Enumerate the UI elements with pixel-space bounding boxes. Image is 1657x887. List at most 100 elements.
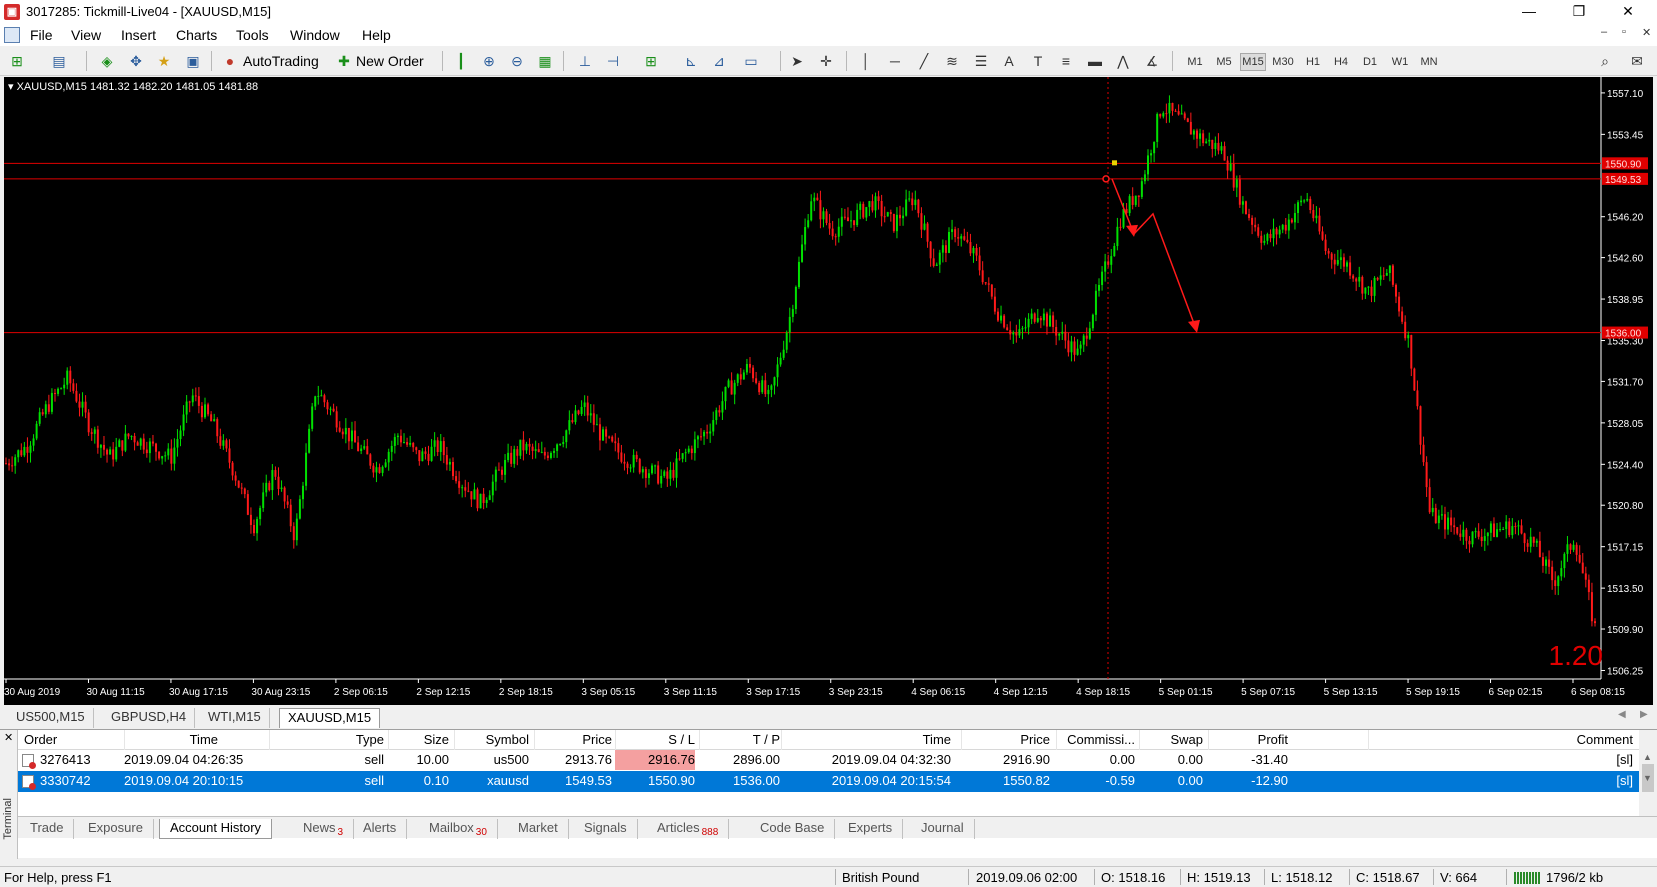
- profiles-icon[interactable]: ▤: [48, 50, 70, 72]
- timeframe-m1[interactable]: M1: [1182, 53, 1208, 71]
- elliott-icon[interactable]: ⋀: [1112, 50, 1134, 72]
- column-header-close-time[interactable]: Time: [781, 730, 951, 750]
- terminal-tab-journal[interactable]: Journal: [911, 819, 975, 839]
- chart-tab-xauusd[interactable]: XAUUSD,M15: [279, 708, 381, 728]
- table-row-selected[interactable]: 3330742 2019.09.04 20:10:15 sell 0.10 xauusd…: [18, 771, 1639, 792]
- favorites-icon[interactable]: ★: [153, 50, 175, 72]
- auto-scroll-icon[interactable]: ⊥: [574, 50, 596, 72]
- trendline-icon[interactable]: ╱: [913, 50, 935, 72]
- menu-view[interactable]: View: [71, 27, 101, 43]
- timeframe-d1[interactable]: D1: [1357, 53, 1383, 71]
- fibonacci-icon[interactable]: ☰: [970, 50, 992, 72]
- terminal-tab-signals[interactable]: Signals: [574, 819, 638, 839]
- terminal-tab-exposure[interactable]: Exposure: [78, 819, 154, 839]
- terminal-tab-market[interactable]: Market: [508, 819, 569, 839]
- collapse-arrow-icon[interactable]: ▾: [8, 81, 14, 93]
- terminal-tab-news[interactable]: News 3: [293, 819, 355, 839]
- time-tick-label: 30 Aug 11:15: [86, 687, 145, 698]
- terminal-tab-code-base[interactable]: Code Base: [750, 819, 836, 839]
- column-header-open-price[interactable]: Price: [534, 730, 612, 750]
- zoom-out-icon[interactable]: ⊖: [506, 50, 528, 72]
- menu-charts[interactable]: Charts: [176, 27, 217, 43]
- doc-close-button[interactable]: ✕: [1642, 26, 1651, 39]
- tile-windows-icon[interactable]: ▦: [534, 50, 556, 72]
- fibo-fan-icon[interactable]: ≡: [1055, 50, 1077, 72]
- terminal-tab-alerts[interactable]: Alerts: [353, 819, 408, 839]
- bar-chart-icon[interactable]: ┃: [450, 50, 472, 72]
- timeframe-m5[interactable]: M5: [1211, 53, 1237, 71]
- menu-window[interactable]: Window: [290, 27, 340, 43]
- new-order-icon[interactable]: ✚: [333, 50, 355, 72]
- chart-tab-us500[interactable]: US500,M15: [8, 708, 94, 728]
- chart-templates-icon[interactable]: ▭: [740, 50, 762, 72]
- doc-restore-button[interactable]: ▫: [1622, 26, 1626, 38]
- chart-tab-wti[interactable]: WTI,M15: [200, 708, 270, 728]
- channel-icon[interactable]: ≋: [941, 50, 963, 72]
- column-header-size[interactable]: Size: [388, 730, 449, 750]
- doc-minimize-button[interactable]: –: [1601, 26, 1607, 38]
- column-header-type[interactable]: Type: [269, 730, 384, 750]
- column-header-order[interactable]: Order: [22, 730, 118, 750]
- menu-insert[interactable]: Insert: [121, 27, 156, 43]
- timeframe-h1[interactable]: H1: [1300, 53, 1326, 71]
- text-icon[interactable]: A: [998, 50, 1020, 72]
- close-button[interactable]: ✕: [1605, 0, 1651, 24]
- chart-window-icon[interactable]: [4, 27, 20, 43]
- chart-tab-gbpusd[interactable]: GBPUSD,H4: [103, 708, 196, 728]
- scroll-left-icon[interactable]: ◀: [1618, 709, 1626, 720]
- chart-shift-icon[interactable]: ⊣: [602, 50, 624, 72]
- table-row[interactable]: 3276413 2019.09.04 04:26:35 sell 10.00 us500…: [18, 750, 1639, 771]
- period-separators-icon[interactable]: ⊾: [680, 50, 702, 72]
- text-label-icon[interactable]: T: [1027, 50, 1049, 72]
- vertical-line-icon[interactable]: │: [855, 50, 877, 72]
- column-header-open-time[interactable]: Time: [124, 730, 218, 750]
- crosshair-icon[interactable]: ✛: [815, 50, 837, 72]
- timeframe-m30[interactable]: M30: [1270, 53, 1296, 71]
- new-chart-icon[interactable]: ⊞: [6, 50, 28, 72]
- menu-file[interactable]: File: [30, 27, 53, 43]
- price-chart[interactable]: 1557.10 1553.45 1546.20 1542.60 1538.95 1535.…: [4, 77, 1653, 705]
- horizontal-line-icon[interactable]: ─: [884, 50, 906, 72]
- terminal-close-icon[interactable]: ✕: [4, 731, 13, 744]
- arrowhead-icon: [1188, 319, 1200, 333]
- column-header-swap[interactable]: Swap: [1139, 730, 1203, 750]
- timeframe-mn[interactable]: MN: [1416, 53, 1442, 71]
- candle: [262, 482, 265, 512]
- column-header-symbol[interactable]: Symbol: [454, 730, 529, 750]
- chat-icon[interactable]: ✉: [1626, 50, 1648, 72]
- terminal-tab-account-history[interactable]: Account History: [159, 819, 273, 839]
- autotrading-icon[interactable]: ●: [219, 50, 241, 72]
- candle: [60, 387, 63, 390]
- new-order-button[interactable]: New Order: [356, 50, 424, 72]
- market-watch-icon[interactable]: ◈: [96, 50, 118, 72]
- column-header-take-profit[interactable]: T / P: [699, 730, 780, 750]
- cursor-icon[interactable]: ➤: [786, 50, 808, 72]
- search-icon[interactable]: ⌕: [1594, 50, 1616, 72]
- column-header-stop-loss[interactable]: S / L: [615, 730, 695, 750]
- shapes-icon[interactable]: ▬: [1084, 50, 1106, 72]
- navigator-icon[interactable]: ✥: [125, 50, 147, 72]
- minimize-button[interactable]: —: [1506, 0, 1552, 24]
- column-header-comment[interactable]: Comment: [1368, 730, 1633, 750]
- terminal-tab-experts[interactable]: Experts: [838, 819, 904, 839]
- zoom-in-icon[interactable]: ⊕: [478, 50, 500, 72]
- candlestick-chart[interactable]: 1557.101553.451546.201542.601538.951535.…: [4, 77, 1653, 705]
- menu-tools[interactable]: Tools: [236, 27, 269, 43]
- terminal-tab-articles[interactable]: Articles 888: [647, 819, 730, 839]
- column-header-close-price[interactable]: Price: [961, 730, 1050, 750]
- column-header-profit[interactable]: Profit: [1208, 730, 1288, 750]
- arrows-icon[interactable]: ∡: [1141, 50, 1163, 72]
- scroll-right-icon[interactable]: ▶: [1640, 709, 1648, 720]
- timeframe-m15[interactable]: M15: [1240, 53, 1266, 71]
- templates-icon[interactable]: ⊿: [708, 50, 730, 72]
- terminal-tab-trade[interactable]: Trade: [20, 819, 75, 839]
- autotrading-button[interactable]: AutoTrading: [243, 50, 319, 72]
- terminal-tab-mailbox[interactable]: Mailbox 30: [419, 819, 498, 839]
- timeframe-w1[interactable]: W1: [1387, 53, 1413, 71]
- restore-button[interactable]: ❐: [1556, 0, 1602, 24]
- menu-help[interactable]: Help: [362, 27, 391, 43]
- column-header-commission[interactable]: Commissi...: [1056, 730, 1135, 750]
- timeframe-h4[interactable]: H4: [1328, 53, 1354, 71]
- indicators-icon[interactable]: ⊞: [640, 50, 662, 72]
- terminal-toggle-icon[interactable]: ▣: [182, 50, 204, 72]
